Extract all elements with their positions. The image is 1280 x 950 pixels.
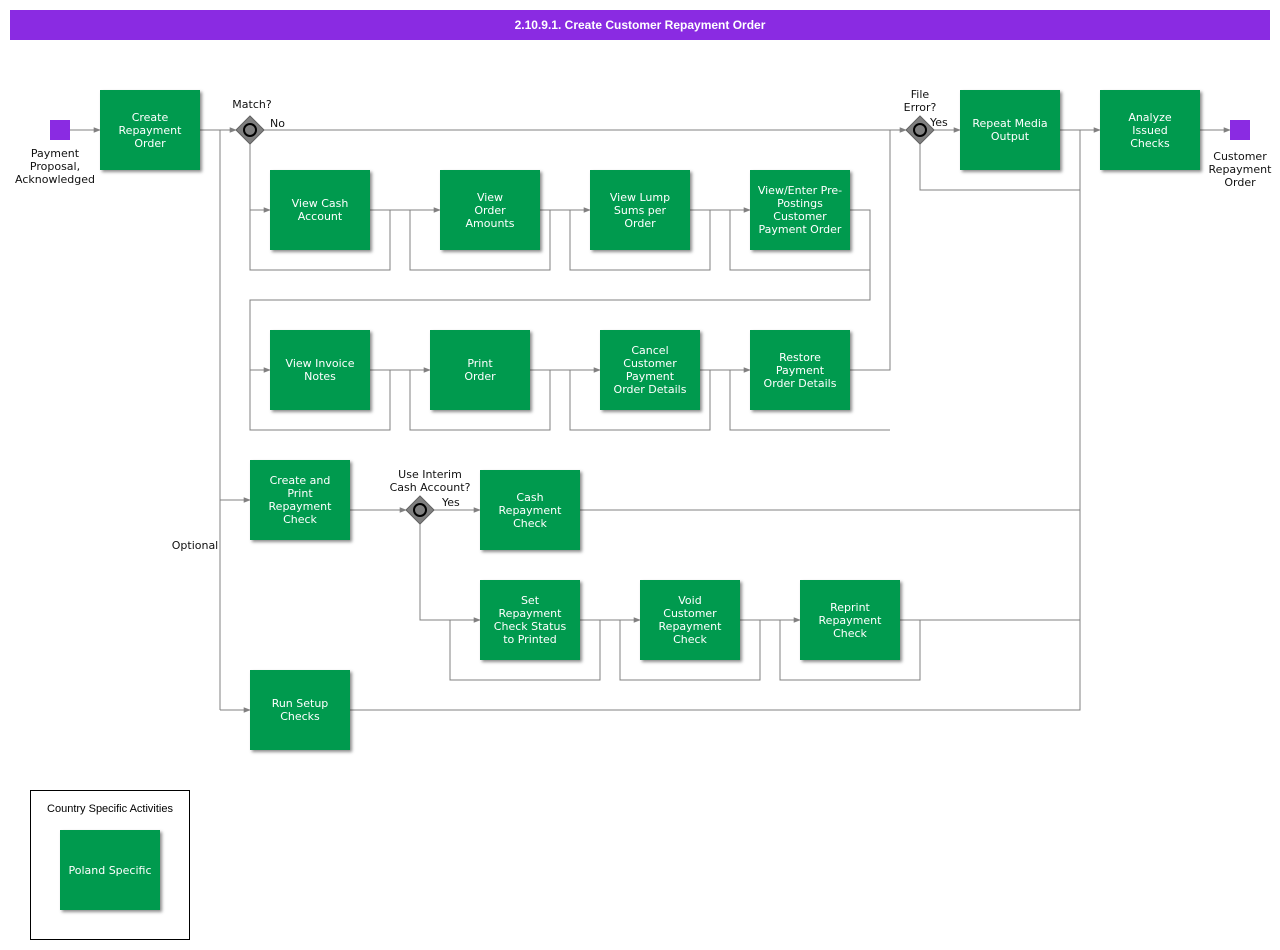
activity-view-cash-account[interactable]: View Cash Account	[270, 170, 370, 250]
activity-set-check-status-printed[interactable]: Set Repayment Check Status to Printed	[480, 580, 580, 660]
activity-print-order[interactable]: Print Order	[430, 330, 530, 410]
legend-title: Country Specific Activities	[47, 803, 173, 815]
start-event	[50, 120, 70, 140]
yes-interim-label: Yes	[442, 496, 460, 509]
activity-view-invoice-notes[interactable]: View Invoice Notes	[270, 330, 370, 410]
no-edge-label: No	[270, 117, 285, 130]
activity-void-customer-repayment-check[interactable]: Void Customer Repayment Check	[640, 580, 740, 660]
end-event-label: Customer Repayment Order	[1208, 150, 1272, 189]
legend-poland-specific[interactable]: Poland Specific	[60, 830, 160, 910]
connector	[419, 524, 481, 623]
activity-create-print-repayment-check[interactable]: Create and Print Repayment Check	[250, 460, 350, 540]
activity-create-repayment-order[interactable]: Create Repayment Order	[100, 90, 200, 170]
end-event	[1230, 120, 1250, 140]
activity-repeat-media-output[interactable]: Repeat Media Output	[960, 90, 1060, 170]
activity-restore-payment-order-details[interactable]: Restore Payment Order Details	[750, 330, 850, 410]
activity-analyze-issued-checks[interactable]: Analyze Issued Checks	[1100, 90, 1200, 170]
activity-view-order-amounts[interactable]: View Order Amounts	[440, 170, 540, 250]
start-event-label: Payment Proposal, Acknowledged	[15, 147, 95, 186]
activity-cancel-payment-order-details[interactable]: Cancel Customer Payment Order Details	[600, 330, 700, 410]
activity-cash-repayment-check[interactable]: Cash Repayment Check	[480, 470, 580, 550]
activity-reprint-repayment-check[interactable]: Reprint Repayment Check	[800, 580, 900, 660]
file-error-gateway-label: File Error?	[903, 88, 937, 114]
activity-view-lump-sums[interactable]: View Lump Sums per Order	[590, 170, 690, 250]
use-interim-gateway-label: Use Interim Cash Account?	[389, 468, 471, 494]
activity-view-enter-prepostings[interactable]: View/Enter Pre- Postings Customer Paymen…	[750, 170, 850, 250]
optional-edge-label: Optional	[171, 539, 219, 552]
gateway-use-interim	[405, 495, 435, 525]
gateway-match	[235, 115, 265, 145]
activity-run-setup-checks[interactable]: Run Setup Checks	[250, 670, 350, 750]
yes-file-error-label: Yes	[930, 116, 948, 129]
match-gateway-label: Match?	[232, 98, 272, 111]
